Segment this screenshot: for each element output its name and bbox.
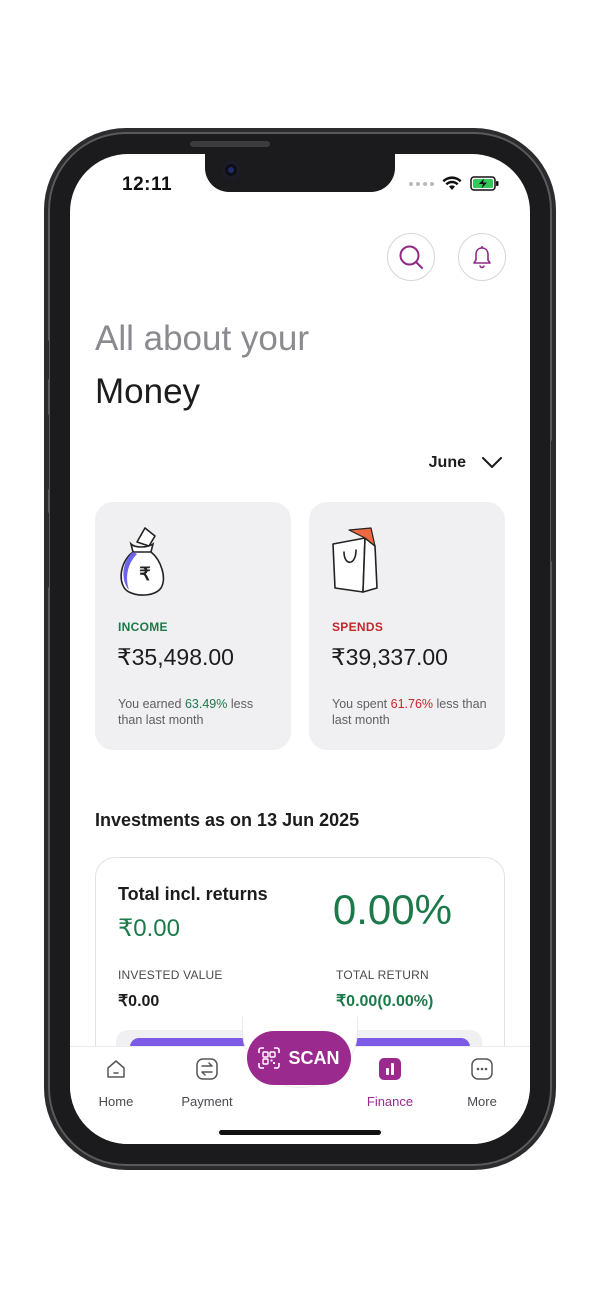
investments-title: Investments as on 13 Jun 2025 — [95, 810, 360, 830]
app-screen: 12:11 All about your Money June ₹ INCOME… — [70, 154, 530, 1144]
scan-label: SCAN — [288, 1047, 340, 1068]
spends-pct: 61.76% — [390, 697, 434, 711]
spends-title: SPENDS — [332, 620, 384, 634]
battery-charging-icon — [470, 176, 499, 191]
nav-payment[interactable]: Payment — [167, 1057, 247, 1109]
status-time: 12:11 — [122, 174, 173, 195]
transfer-icon — [196, 1058, 218, 1080]
income-note: You earned 63.49% less than last month — [118, 696, 278, 728]
qr-scan-icon — [258, 1047, 281, 1069]
earpiece-speaker — [190, 141, 270, 147]
spends-card[interactable]: SPENDS ₹39,337.00 You spent 61.76% less … — [309, 502, 505, 750]
shopping-bag-icon — [332, 527, 378, 593]
hero-title: Money — [95, 372, 201, 411]
nav-payment-label: Payment — [181, 1094, 233, 1109]
search-button[interactable] — [387, 233, 435, 281]
finance-chart-icon — [379, 1058, 401, 1080]
return-percentage: 0.00% — [332, 886, 452, 933]
chevron-down-icon — [482, 457, 502, 468]
month-label: June — [428, 454, 466, 471]
notifications-button[interactable] — [458, 233, 506, 281]
income-pct: 63.49% — [184, 697, 228, 711]
invested-value-label: INVESTED VALUE — [118, 968, 223, 982]
search-icon — [399, 245, 423, 269]
nav-finance-label: Finance — [366, 1094, 414, 1109]
side-button-mute — [44, 340, 49, 380]
status-icons — [409, 176, 500, 191]
income-title: INCOME — [118, 620, 168, 634]
money-bag-icon: ₹ — [120, 527, 165, 596]
spends-note: You spent 61.76% less than last month — [332, 696, 492, 728]
side-button-volume-down — [44, 512, 49, 588]
bell-icon — [473, 246, 491, 269]
month-selector[interactable]: June — [429, 454, 502, 472]
front-camera — [221, 160, 241, 180]
total-return-label: TOTAL RETURN — [336, 968, 429, 982]
income-note-prefix: You earned — [118, 697, 185, 711]
total-returns-value: ₹0.00 — [118, 915, 180, 942]
income-card[interactable]: ₹ INCOME ₹35,498.00 You earned 63.49% le… — [95, 502, 291, 750]
nav-finance[interactable]: Finance — [350, 1057, 430, 1109]
scan-button[interactable]: SCAN — [247, 1031, 351, 1085]
side-button-volume-up — [44, 414, 49, 490]
home-indicator[interactable] — [219, 1130, 381, 1135]
nav-more[interactable]: More — [442, 1057, 522, 1109]
invested-value: ₹0.00 — [118, 993, 160, 1010]
hero-subtitle: All about your — [95, 319, 310, 358]
nav-home[interactable]: Home — [76, 1057, 156, 1109]
more-icon — [471, 1058, 493, 1080]
spends-amount: ₹39,337.00 — [331, 644, 448, 670]
income-amount: ₹35,498.00 — [117, 644, 234, 670]
spends-note-prefix: You spent — [332, 697, 391, 711]
total-returns-label: Total incl. returns — [118, 884, 268, 904]
wifi-icon — [442, 176, 462, 190]
signal-dots-icon — [409, 181, 434, 186]
nav-home-label: Home — [98, 1094, 134, 1109]
home-icon — [107, 1060, 125, 1078]
total-return-value: ₹0.00(0.00%) — [336, 993, 434, 1010]
side-button-power — [551, 440, 556, 562]
notch — [205, 154, 395, 192]
nav-more-label: More — [467, 1094, 497, 1109]
svg-text:₹: ₹ — [139, 564, 151, 584]
